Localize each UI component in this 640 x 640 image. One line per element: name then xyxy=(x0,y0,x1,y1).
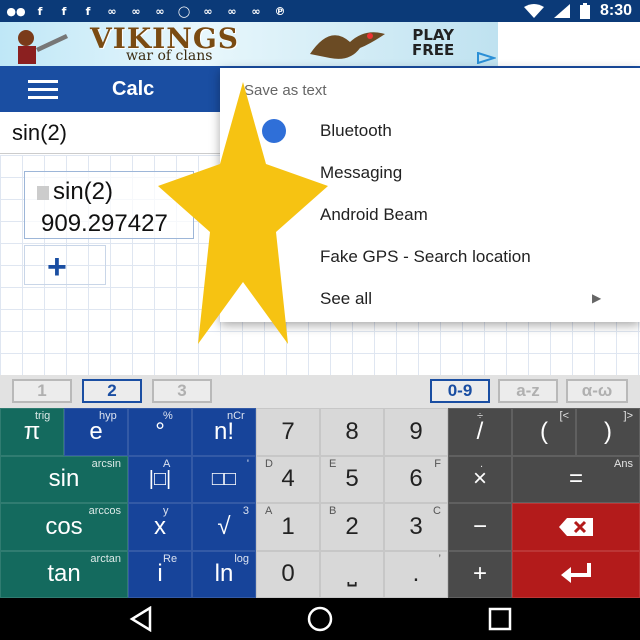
keypad: trig π hyp e % ° nCr n! 7 8 9 ÷ / [<( ]>) arc… xyxy=(0,408,640,598)
key-8[interactable]: 8 xyxy=(320,408,384,456)
key-degree[interactable]: % ° xyxy=(128,408,192,456)
backspace-icon xyxy=(559,517,593,536)
adchoices-icon[interactable] xyxy=(476,52,496,64)
add-expression-button[interactable]: + xyxy=(24,245,106,286)
key-multiply[interactable]: . × xyxy=(448,455,512,503)
key-5[interactable]: E5 xyxy=(320,455,384,503)
tab-digits[interactable]: 0-9 xyxy=(430,379,490,403)
enter-icon xyxy=(561,563,591,584)
key-plus[interactable]: + xyxy=(448,550,512,598)
back-icon[interactable] xyxy=(128,606,154,632)
dragon-icon xyxy=(310,32,385,59)
key-abs[interactable]: A |□| xyxy=(128,455,192,503)
signal-icon xyxy=(553,4,570,18)
key-tan[interactable]: arctan tan xyxy=(0,550,128,598)
clock: 8:30 xyxy=(599,2,632,19)
status-bar: ●● f f f ∞ ∞ ∞ ◯ ∞ ∞ ∞ ℗ 8:30 xyxy=(0,0,640,22)
tab-page-2[interactable]: 2 xyxy=(82,379,142,403)
key-i[interactable]: Re i xyxy=(128,550,192,598)
viking-character-icon xyxy=(18,30,68,64)
chevron-right-icon: ▶ xyxy=(592,291,602,305)
key-sin[interactable]: arcsin sin xyxy=(0,455,128,503)
plus-icon: + xyxy=(47,248,67,286)
key-decimal[interactable]: ’. xyxy=(384,550,448,598)
game-icon: ∞ xyxy=(131,4,141,18)
game-icon: ∞ xyxy=(251,4,261,18)
pinterest-icon: ℗ xyxy=(274,4,286,18)
chat-icon: ●● xyxy=(6,4,26,18)
expression-text: sin(2) xyxy=(37,178,113,206)
key-e[interactable]: hyp e xyxy=(64,408,128,456)
input-field[interactable]: sin(2) xyxy=(12,120,67,146)
tab-page-3[interactable]: 3 xyxy=(152,379,212,403)
key-0[interactable]: 0 xyxy=(256,550,320,598)
ad-subtitle: war of clans xyxy=(126,48,213,64)
game-icon: ∞ xyxy=(203,4,213,18)
key-equals[interactable]: Ans = xyxy=(512,455,640,503)
enter-button[interactable] xyxy=(512,550,640,598)
key-3[interactable]: C3 xyxy=(384,503,448,551)
notification-icons: ●● f f f ∞ ∞ ∞ ◯ ∞ ∞ ∞ ℗ xyxy=(6,4,288,18)
facebook-icon: f xyxy=(61,4,67,18)
facebook-icon: f xyxy=(37,4,43,18)
key-divide[interactable]: ÷ / xyxy=(448,408,512,456)
key-6[interactable]: F6 xyxy=(384,455,448,503)
key-7[interactable]: 7 xyxy=(256,408,320,456)
tab-greek[interactable]: α-ω xyxy=(566,379,628,403)
key-sqrt[interactable]: 3 √ xyxy=(192,503,256,551)
ad-banner[interactable]: VIKINGS war of clans PLAY FREE xyxy=(0,22,640,66)
key-pi[interactable]: trig π xyxy=(0,408,64,456)
key-cos[interactable]: arccos cos xyxy=(0,503,128,551)
tab-letters[interactable]: a-z xyxy=(498,379,558,403)
chat-bubble-icon: ◯ xyxy=(177,4,191,18)
key-ln[interactable]: log ln xyxy=(192,550,256,598)
game-icon: ∞ xyxy=(107,4,117,18)
hamburger-menu-icon[interactable] xyxy=(28,80,58,99)
key-x[interactable]: yx xyxy=(128,503,192,551)
app-title: Calc xyxy=(112,78,155,100)
key-2[interactable]: B2 xyxy=(320,503,384,551)
key-minus[interactable]: − xyxy=(448,503,512,551)
home-icon[interactable] xyxy=(307,606,333,632)
key-9[interactable]: 9 xyxy=(384,408,448,456)
key-1[interactable]: A1 xyxy=(256,503,320,551)
system-nav-bar xyxy=(0,598,640,640)
wifi-icon xyxy=(523,4,544,18)
facebook-icon: f xyxy=(85,4,91,18)
key-space[interactable]: ⎵ xyxy=(320,550,384,598)
star-icon xyxy=(158,82,328,344)
key-close-paren[interactable]: ]>) xyxy=(576,408,640,456)
ad-cta[interactable]: PLAY FREE xyxy=(412,28,454,58)
keyboard-tabs: 1 2 3 0-9 a-z α-ω xyxy=(0,375,640,408)
battery-icon xyxy=(579,3,590,19)
key-power[interactable]: ' □□ xyxy=(192,455,256,503)
backspace-button[interactable] xyxy=(512,503,640,551)
key-factorial[interactable]: nCr n! xyxy=(192,408,256,456)
cursor-square xyxy=(37,185,49,200)
game-icon: ∞ xyxy=(155,4,165,18)
recents-icon[interactable] xyxy=(487,606,513,632)
tab-page-1[interactable]: 1 xyxy=(12,379,72,403)
key-4[interactable]: D4 xyxy=(256,455,320,503)
ad-image[interactable]: VIKINGS war of clans PLAY FREE xyxy=(0,22,498,66)
key-open-paren[interactable]: [<( xyxy=(512,408,576,456)
game-icon: ∞ xyxy=(227,4,237,18)
